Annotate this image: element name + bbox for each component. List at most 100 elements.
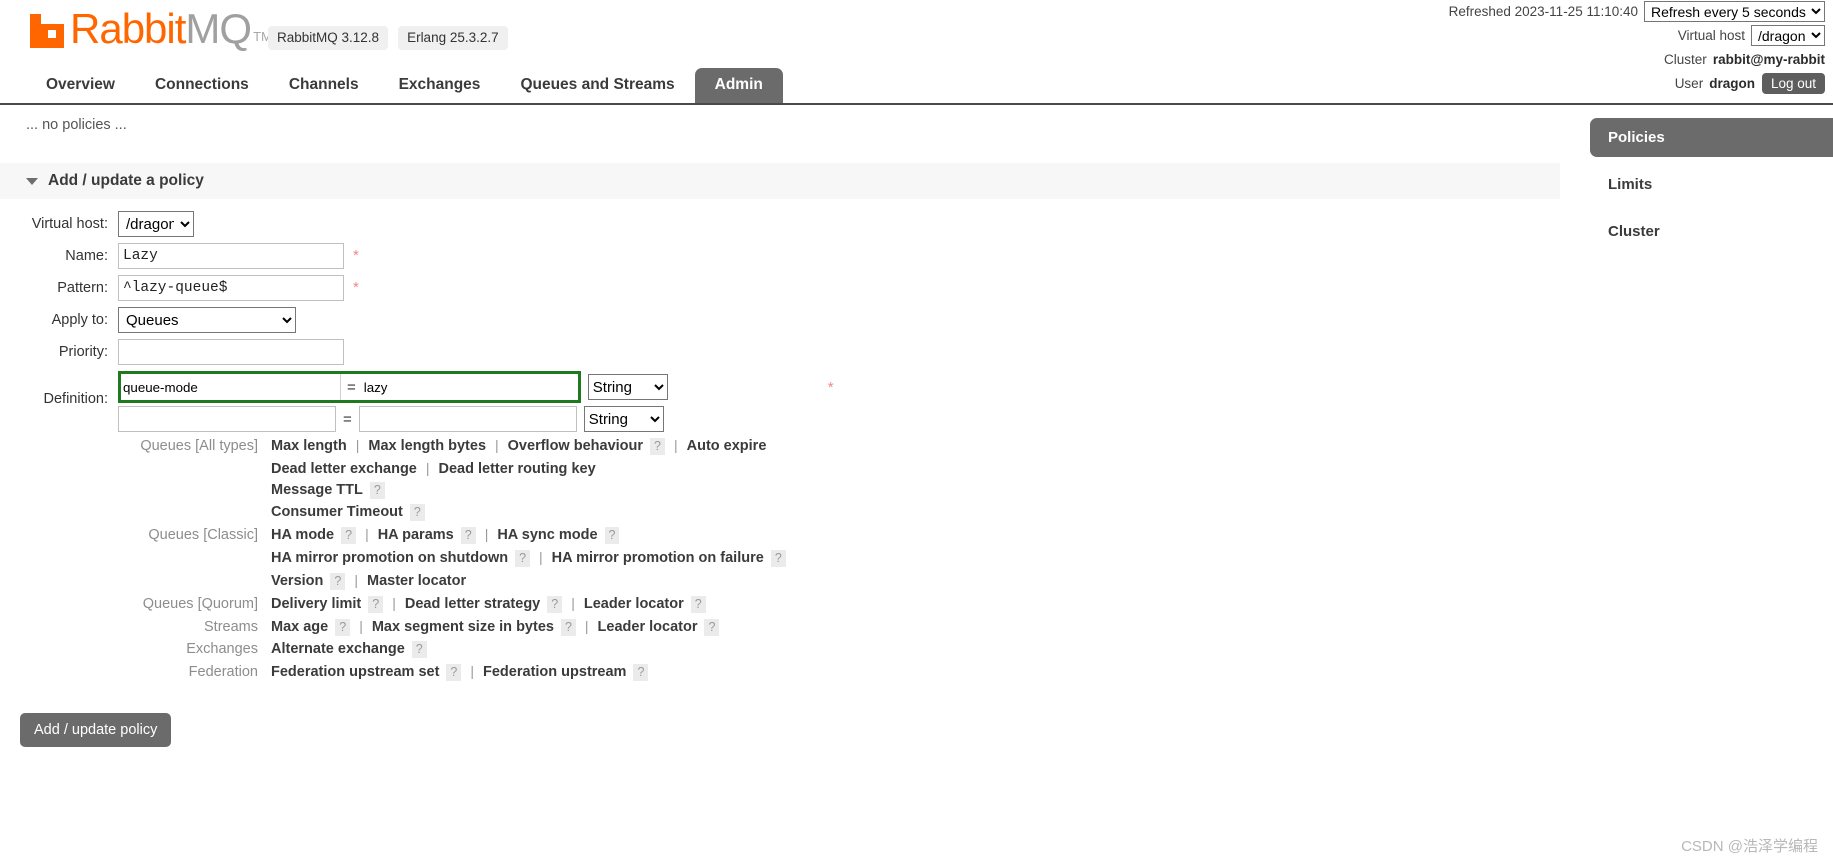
- definition-link-separator: |: [673, 437, 678, 453]
- definition-link-dead-letter-strategy[interactable]: Dead letter strategy: [405, 596, 540, 612]
- nav-tab-admin[interactable]: Admin: [694, 68, 783, 103]
- definition-link-category: Queues [All types]: [140, 438, 258, 454]
- help-icon[interactable]: ?: [341, 527, 357, 544]
- definition-link-ha-mirror-promotion-on-failure[interactable]: HA mirror promotion on failure: [552, 550, 764, 566]
- pattern-field-label: Pattern:: [57, 280, 108, 296]
- nav-tab-overview[interactable]: Overview: [26, 68, 135, 103]
- definition-link-federation-upstream[interactable]: Federation upstream: [483, 664, 626, 680]
- definition-link-items: Max length | Max length bytes | Overflow beh…: [271, 437, 766, 455]
- definition-value-input-1[interactable]: [358, 406, 577, 432]
- priority-input[interactable]: [118, 339, 344, 365]
- definition-link-max-segment-size-in-bytes[interactable]: Max segment size in bytes: [372, 619, 554, 635]
- definition-link-max-age[interactable]: Max age: [271, 619, 328, 635]
- rabbitmq-logo-icon: [28, 12, 66, 50]
- definition-type-select-0[interactable]: String: [587, 374, 668, 400]
- refresh-interval-select[interactable]: Refresh every 5 seconds: [1644, 0, 1825, 22]
- help-icon[interactable]: ?: [515, 550, 531, 567]
- section-header-toggle[interactable]: Add / update a policy: [0, 163, 1560, 199]
- refreshed-timestamp: Refreshed 2023-11-25 11:10:40: [1448, 3, 1638, 19]
- definition-link-alternate-exchange[interactable]: Alternate exchange: [271, 641, 405, 657]
- definition-link-delivery-limit[interactable]: Delivery limit: [271, 596, 361, 612]
- no-policies-message: ... no policies ...: [26, 117, 127, 133]
- definition-link-row: Queues [Classic] HA mode? | HA params? | HA s…: [118, 526, 834, 544]
- definition-link-items: Message TTL?: [271, 482, 385, 499]
- logo-word-mq: MQ: [185, 5, 252, 52]
- definition-link-separator: |: [365, 526, 369, 542]
- definition-link-dead-letter-routing-key[interactable]: Dead letter routing key: [439, 461, 596, 477]
- add-update-policy-button[interactable]: Add / update policy: [20, 713, 172, 747]
- definition-link-category: Queues [Quorum]: [142, 596, 258, 612]
- definition-link-dead-letter-exchange[interactable]: Dead letter exchange: [271, 461, 417, 477]
- add-update-policy-section: Add / update a policy Virtual host: /dra…: [0, 163, 1560, 747]
- erlang-version-badge: Erlang 25.3.2.7: [398, 26, 508, 50]
- definition-key-input-0[interactable]: [121, 374, 341, 400]
- help-icon[interactable]: ?: [547, 596, 563, 613]
- help-icon[interactable]: ?: [330, 573, 346, 590]
- definition-link-leader-locator[interactable]: Leader locator: [584, 596, 684, 612]
- help-icon[interactable]: ?: [369, 482, 385, 499]
- help-icon[interactable]: ?: [604, 527, 620, 544]
- definition-link-message-ttl[interactable]: Message TTL: [271, 482, 363, 498]
- definition-link-items: Alternate exchange?: [271, 641, 427, 658]
- header-vhost-select[interactable]: /dragon: [1751, 24, 1825, 46]
- definition-link-ha-mode[interactable]: HA mode: [271, 527, 334, 543]
- definition-link-items: Delivery limit? | Dead letter strategy? | Le…: [271, 595, 706, 613]
- definition-link-federation-upstream-set[interactable]: Federation upstream set: [271, 664, 439, 680]
- name-input[interactable]: [118, 243, 344, 269]
- field-row-priority: Priority:: [0, 339, 1560, 365]
- definition-link-separator: |: [539, 549, 543, 565]
- definition-link-leader-locator[interactable]: Leader locator: [598, 619, 698, 635]
- definition-link-consumer-timeout[interactable]: Consumer Timeout: [271, 504, 403, 520]
- definition-link-items: HA mode? | HA params? | HA sync mode?: [271, 526, 620, 544]
- help-icon[interactable]: ?: [650, 438, 665, 455]
- definition-value-input-0[interactable]: [361, 374, 578, 400]
- help-icon[interactable]: ?: [633, 664, 649, 681]
- pattern-required-mark: *: [353, 279, 359, 296]
- definition-link-row: Dead letter exchange | Dead letter routing…: [118, 460, 834, 477]
- definition-link-ha-sync-mode[interactable]: HA sync mode: [497, 527, 597, 543]
- definition-link-ha-mirror-promotion-on-shutdown[interactable]: HA mirror promotion on shutdown: [271, 550, 508, 566]
- definition-link-items: HA mirror promotion on shutdown? | HA mirr…: [271, 549, 786, 567]
- help-icon[interactable]: ?: [770, 550, 786, 567]
- definition-key-input-1[interactable]: [118, 406, 336, 432]
- apply-to-select[interactable]: Queues: [118, 307, 296, 333]
- help-icon[interactable]: ?: [560, 619, 576, 636]
- definition-link-separator: |: [392, 595, 396, 611]
- nav-tab-connections[interactable]: Connections: [135, 68, 269, 103]
- nav-tab-channels[interactable]: Channels: [269, 68, 379, 103]
- definition-field-label: Definition:: [43, 391, 108, 407]
- definition-link-items: Max age? | Max segment size in bytes? | Lead…: [271, 618, 720, 636]
- definition-link-separator: |: [425, 460, 430, 476]
- definition-link-version[interactable]: Version: [271, 573, 323, 589]
- definition-link-auto-expire[interactable]: Auto expire: [687, 438, 767, 454]
- page-header: RabbitMQ TM RabbitMQ 3.12.8 Erlang 25.3.…: [0, 0, 1833, 94]
- apply-to-field-label: Apply to:: [51, 312, 108, 328]
- definition-link-max-length-bytes[interactable]: Max length bytes: [368, 438, 486, 454]
- vhost-label: Virtual host: [1677, 27, 1745, 43]
- definition-link-overflow-behaviour[interactable]: Overflow behaviour: [508, 438, 643, 454]
- help-icon[interactable]: ?: [460, 527, 476, 544]
- definition-type-select-1[interactable]: String: [583, 406, 664, 432]
- help-icon[interactable]: ?: [690, 596, 706, 613]
- pattern-input[interactable]: [118, 275, 344, 301]
- sidebar-item-limits[interactable]: Limits: [1590, 165, 1833, 204]
- definition-link-row: Queues [All types] Max length | Max length …: [118, 437, 834, 455]
- help-icon[interactable]: ?: [409, 504, 425, 521]
- cluster-name: rabbit@my-rabbit: [1712, 51, 1825, 67]
- help-icon[interactable]: ?: [411, 641, 427, 658]
- definition-link-row: Federation Federation upstream set? | Feder…: [118, 663, 834, 681]
- definition-link-ha-params[interactable]: HA params: [378, 527, 454, 543]
- help-icon[interactable]: ?: [704, 619, 720, 636]
- definition-link-max-length[interactable]: Max length: [271, 438, 347, 454]
- help-icon[interactable]: ?: [335, 619, 351, 636]
- nav-tab-exchanges[interactable]: Exchanges: [379, 68, 501, 103]
- sidebar-item-policies[interactable]: Policies: [1590, 118, 1833, 157]
- sidebar-item-cluster[interactable]: Cluster: [1590, 212, 1833, 251]
- nav-tab-queues-and-streams[interactable]: Queues and Streams: [500, 68, 694, 103]
- help-icon[interactable]: ?: [368, 596, 384, 613]
- help-icon[interactable]: ?: [446, 664, 462, 681]
- definition-link-master-locator[interactable]: Master locator: [367, 573, 466, 589]
- rabbitmq-logo[interactable]: RabbitMQ TM: [28, 6, 272, 52]
- vhost-select[interactable]: /dragon: [118, 211, 194, 237]
- field-row-definition: Definition: = String *: [0, 371, 1560, 686]
